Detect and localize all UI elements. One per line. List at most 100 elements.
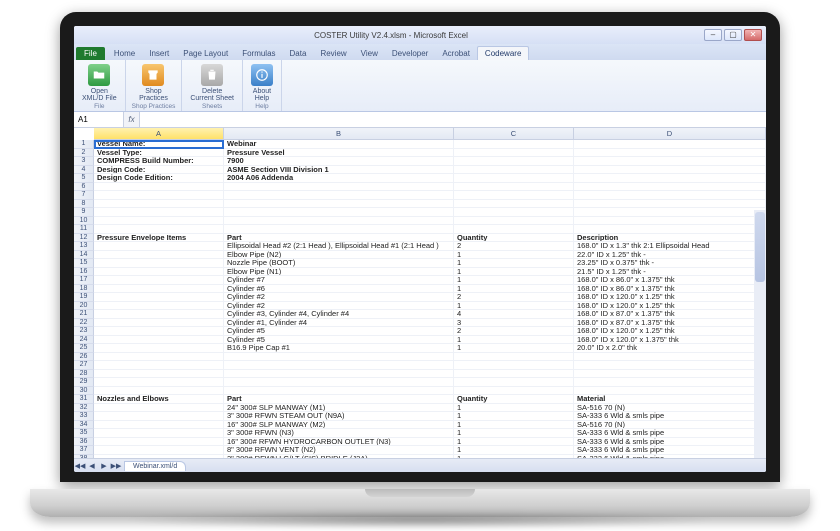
cell-a-36[interactable] xyxy=(94,438,224,447)
cell-b-14[interactable]: Elbow Pipe (N2) xyxy=(224,251,454,260)
row-header[interactable]: 27 xyxy=(74,361,94,370)
ribbon-button-open-file[interactable]: OpenXML/D File xyxy=(80,63,119,103)
cell-b-3[interactable]: 7900 xyxy=(224,157,454,166)
row-header[interactable]: 34 xyxy=(74,421,94,430)
cell-d-27[interactable] xyxy=(574,361,766,370)
ribbon-tab-view[interactable]: View xyxy=(354,47,385,60)
cell-d-38[interactable]: SA-333 6 Wld & smls pipe xyxy=(574,455,766,459)
column-header-b[interactable]: B xyxy=(224,128,454,140)
row-header[interactable]: 29 xyxy=(74,378,94,387)
cell-c-10[interactable] xyxy=(454,217,574,226)
worksheet-area[interactable]: A B C D 12345678910111213141516171819202… xyxy=(74,128,766,458)
cell-c-32[interactable]: 1 xyxy=(454,404,574,413)
row-header[interactable]: 19 xyxy=(74,293,94,302)
cell-b-28[interactable] xyxy=(224,370,454,379)
name-box[interactable]: A1 xyxy=(74,112,124,127)
fx-icon[interactable]: fx xyxy=(124,112,140,127)
ribbon-tab-review[interactable]: Review xyxy=(313,47,353,60)
cell-a-16[interactable] xyxy=(94,268,224,277)
cell-a-28[interactable] xyxy=(94,370,224,379)
cell-d-2[interactable] xyxy=(574,149,766,158)
row-header[interactable]: 17 xyxy=(74,276,94,285)
cell-b-36[interactable]: 16" 300# RFWN HYDROCARBON OUTLET (N3) xyxy=(224,438,454,447)
row-header[interactable]: 15 xyxy=(74,259,94,268)
cell-c-2[interactable] xyxy=(454,149,574,158)
cell-d-26[interactable] xyxy=(574,353,766,362)
cell-b-12[interactable]: Part xyxy=(224,234,454,243)
cell-d-22[interactable]: 168.0" ID x 87.0" x 1.375" thk xyxy=(574,319,766,328)
vertical-scrollbar[interactable] xyxy=(754,210,766,458)
cell-a-23[interactable] xyxy=(94,327,224,336)
cell-c-38[interactable]: 1 xyxy=(454,455,574,459)
row-header[interactable]: 10 xyxy=(74,217,94,226)
cell-d-11[interactable] xyxy=(574,225,766,234)
cell-a-12[interactable]: Pressure Envelope Items xyxy=(94,234,224,243)
cell-c-27[interactable] xyxy=(454,361,574,370)
vertical-scrollbar-thumb[interactable] xyxy=(755,212,765,282)
cell-c-37[interactable]: 1 xyxy=(454,446,574,455)
cell-c-11[interactable] xyxy=(454,225,574,234)
row-header[interactable]: 16 xyxy=(74,268,94,277)
cell-a-10[interactable] xyxy=(94,217,224,226)
cell-b-35[interactable]: 3" 300# RFWN (N3) xyxy=(224,429,454,438)
cell-a-1[interactable]: Vessel Name: xyxy=(94,140,224,149)
cell-b-15[interactable]: Nozzle Pipe (BOOT) xyxy=(224,259,454,268)
cell-a-3[interactable]: COMPRESS Build Number: xyxy=(94,157,224,166)
cell-d-9[interactable] xyxy=(574,208,766,217)
cell-b-9[interactable] xyxy=(224,208,454,217)
cell-d-16[interactable]: 21.5" ID x 1.25" thk - xyxy=(574,268,766,277)
column-header-a[interactable]: A xyxy=(94,128,224,140)
cell-b-2[interactable]: Pressure Vessel xyxy=(224,149,454,158)
cell-b-31[interactable]: Part xyxy=(224,395,454,404)
cell-a-4[interactable]: Design Code: xyxy=(94,166,224,175)
row-header[interactable]: 11 xyxy=(74,225,94,234)
cell-d-17[interactable]: 168.0" ID x 86.0" x 1.375" thk xyxy=(574,276,766,285)
cell-c-30[interactable] xyxy=(454,387,574,396)
cell-b-4[interactable]: ASME Section VIII Division 1 xyxy=(224,166,454,175)
cell-b-25[interactable]: B16.9 Pipe Cap #1 xyxy=(224,344,454,353)
cell-d-20[interactable]: 168.0" ID x 120.0" x 1.25" thk xyxy=(574,302,766,311)
cell-a-33[interactable] xyxy=(94,412,224,421)
cell-c-13[interactable]: 2 xyxy=(454,242,574,251)
cell-d-35[interactable]: SA-333 6 Wld & smls pipe xyxy=(574,429,766,438)
cell-d-37[interactable]: SA-333 6 Wld & smls pipe xyxy=(574,446,766,455)
row-header[interactable]: 2 xyxy=(74,149,94,158)
row-header[interactable]: 24 xyxy=(74,336,94,345)
cell-b-33[interactable]: 3" 300# RFWN STEAM OUT (N9A) xyxy=(224,412,454,421)
ribbon-tab-developer[interactable]: Developer xyxy=(385,47,435,60)
row-header[interactable]: 6 xyxy=(74,183,94,192)
cell-a-32[interactable] xyxy=(94,404,224,413)
cell-d-30[interactable] xyxy=(574,387,766,396)
row-header[interactable]: 7 xyxy=(74,191,94,200)
sheet-nav-button-3[interactable]: ▶▶ xyxy=(110,460,122,472)
cell-c-4[interactable] xyxy=(454,166,574,175)
cell-c-9[interactable] xyxy=(454,208,574,217)
cell-d-31[interactable]: Material xyxy=(574,395,766,404)
cell-c-22[interactable]: 3 xyxy=(454,319,574,328)
row-header[interactable]: 12 xyxy=(74,234,94,243)
cell-b-16[interactable]: Elbow Pipe (N1) xyxy=(224,268,454,277)
cell-a-26[interactable] xyxy=(94,353,224,362)
cell-c-1[interactable] xyxy=(454,140,574,149)
cell-b-21[interactable]: Cylinder #3, Cylinder #4, Cylinder #4 xyxy=(224,310,454,319)
cell-b-29[interactable] xyxy=(224,378,454,387)
row-header[interactable]: 28 xyxy=(74,370,94,379)
cell-c-35[interactable]: 1 xyxy=(454,429,574,438)
cell-a-31[interactable]: Nozzles and Elbows xyxy=(94,395,224,404)
cell-b-18[interactable]: Cylinder #6 xyxy=(224,285,454,294)
cell-a-5[interactable]: Design Code Edition: xyxy=(94,174,224,183)
ribbon-tab-page-layout[interactable]: Page Layout xyxy=(176,47,235,60)
cell-b-20[interactable]: Cylinder #2 xyxy=(224,302,454,311)
cell-d-15[interactable]: 23.25" ID x 0.375" thk - xyxy=(574,259,766,268)
cell-d-25[interactable]: 20.0" ID x 2.0" thk xyxy=(574,344,766,353)
window-close-button[interactable]: ✕ xyxy=(744,29,762,41)
cell-d-4[interactable] xyxy=(574,166,766,175)
cell-d-34[interactable]: SA-516 70 (N) xyxy=(574,421,766,430)
cell-d-6[interactable] xyxy=(574,183,766,192)
cell-d-1[interactable] xyxy=(574,140,766,149)
cell-a-13[interactable] xyxy=(94,242,224,251)
cell-a-27[interactable] xyxy=(94,361,224,370)
row-header[interactable]: 33 xyxy=(74,412,94,421)
cell-c-5[interactable] xyxy=(454,174,574,183)
cell-d-18[interactable]: 168.0" ID x 86.0" x 1.375" thk xyxy=(574,285,766,294)
